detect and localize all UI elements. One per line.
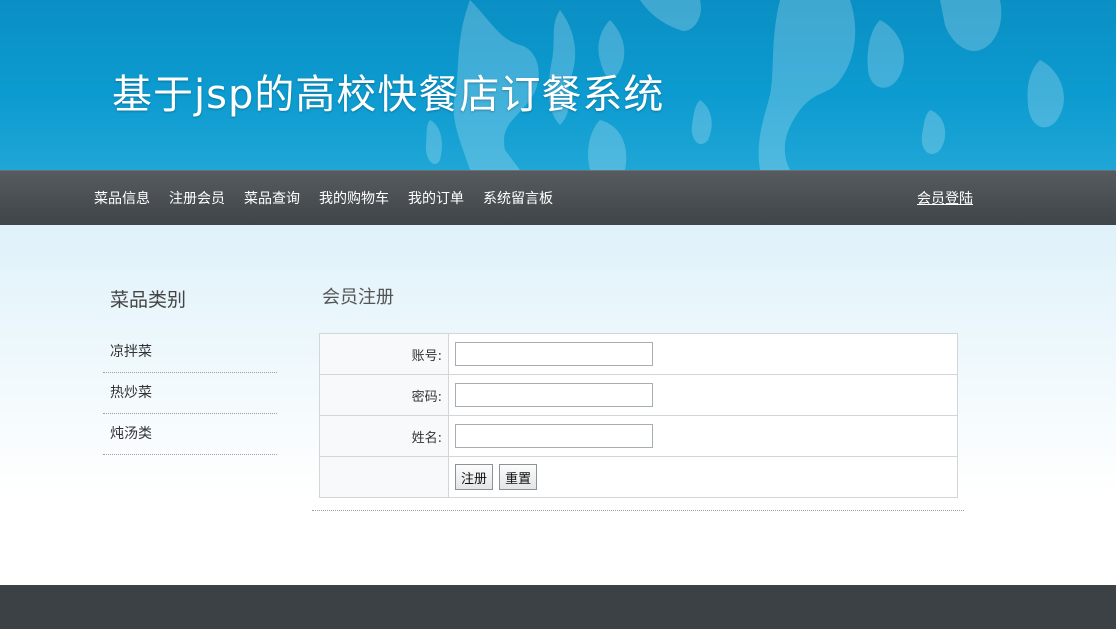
nav-item-cart[interactable]: 我的购物车 bbox=[319, 188, 389, 208]
nav-item-register[interactable]: 注册会员 bbox=[169, 188, 225, 208]
category-item-soups[interactable]: 炖汤类 bbox=[103, 414, 277, 455]
form-row: 密码: bbox=[319, 374, 958, 416]
empty-label-cell bbox=[319, 456, 449, 498]
register-form: 账号: 密码: 姓名: 注册 重置 bbox=[319, 333, 958, 498]
form-row: 注册 重置 bbox=[319, 456, 958, 498]
password-input[interactable] bbox=[455, 383, 653, 407]
form-row: 姓名: bbox=[319, 415, 958, 457]
page: 基于jsp的高校快餐店订餐系统 菜品信息 注册会员 菜品查询 我的购物车 我的订… bbox=[0, 0, 1116, 629]
sidebar-title: 菜品类别 bbox=[110, 289, 187, 311]
content-area: 菜品类别 凉拌菜 热炒菜 炖汤类 会员注册 账号: 密码: 姓名: 注册 重置 bbox=[0, 225, 1116, 585]
footer bbox=[0, 585, 1116, 629]
sidebar: 菜品类别 凉拌菜 热炒菜 炖汤类 bbox=[103, 285, 277, 455]
member-login-link[interactable]: 会员登陆 bbox=[917, 188, 973, 208]
nav-item-orders[interactable]: 我的订单 bbox=[408, 188, 464, 208]
name-label: 姓名: bbox=[319, 415, 449, 457]
category-item-cold-dishes[interactable]: 凉拌菜 bbox=[103, 332, 277, 373]
account-input[interactable] bbox=[455, 342, 653, 366]
form-row: 账号: bbox=[319, 333, 958, 375]
reset-button[interactable]: 重置 bbox=[499, 464, 538, 490]
divider bbox=[312, 510, 964, 511]
register-title: 会员注册 bbox=[322, 287, 394, 308]
nav-item-message-board[interactable]: 系统留言板 bbox=[483, 188, 553, 208]
nav-item-dish-info[interactable]: 菜品信息 bbox=[94, 188, 150, 208]
site-title: 基于jsp的高校快餐店订餐系统 bbox=[112, 72, 665, 118]
nav-links: 菜品信息 注册会员 菜品查询 我的购物车 我的订单 系统留言板 bbox=[94, 188, 572, 208]
main-nav: 菜品信息 注册会员 菜品查询 我的购物车 我的订单 系统留言板 会员登陆 bbox=[0, 170, 1116, 226]
header-banner: 基于jsp的高校快餐店订餐系统 bbox=[0, 0, 1116, 170]
category-item-stir-fry[interactable]: 热炒菜 bbox=[103, 373, 277, 414]
name-input[interactable] bbox=[455, 424, 653, 448]
nav-item-dish-search[interactable]: 菜品查询 bbox=[244, 188, 300, 208]
password-label: 密码: bbox=[319, 374, 449, 416]
register-button[interactable]: 注册 bbox=[455, 464, 494, 490]
register-panel: 会员注册 账号: 密码: 姓名: 注册 重置 bbox=[312, 283, 964, 511]
account-label: 账号: bbox=[319, 333, 449, 375]
